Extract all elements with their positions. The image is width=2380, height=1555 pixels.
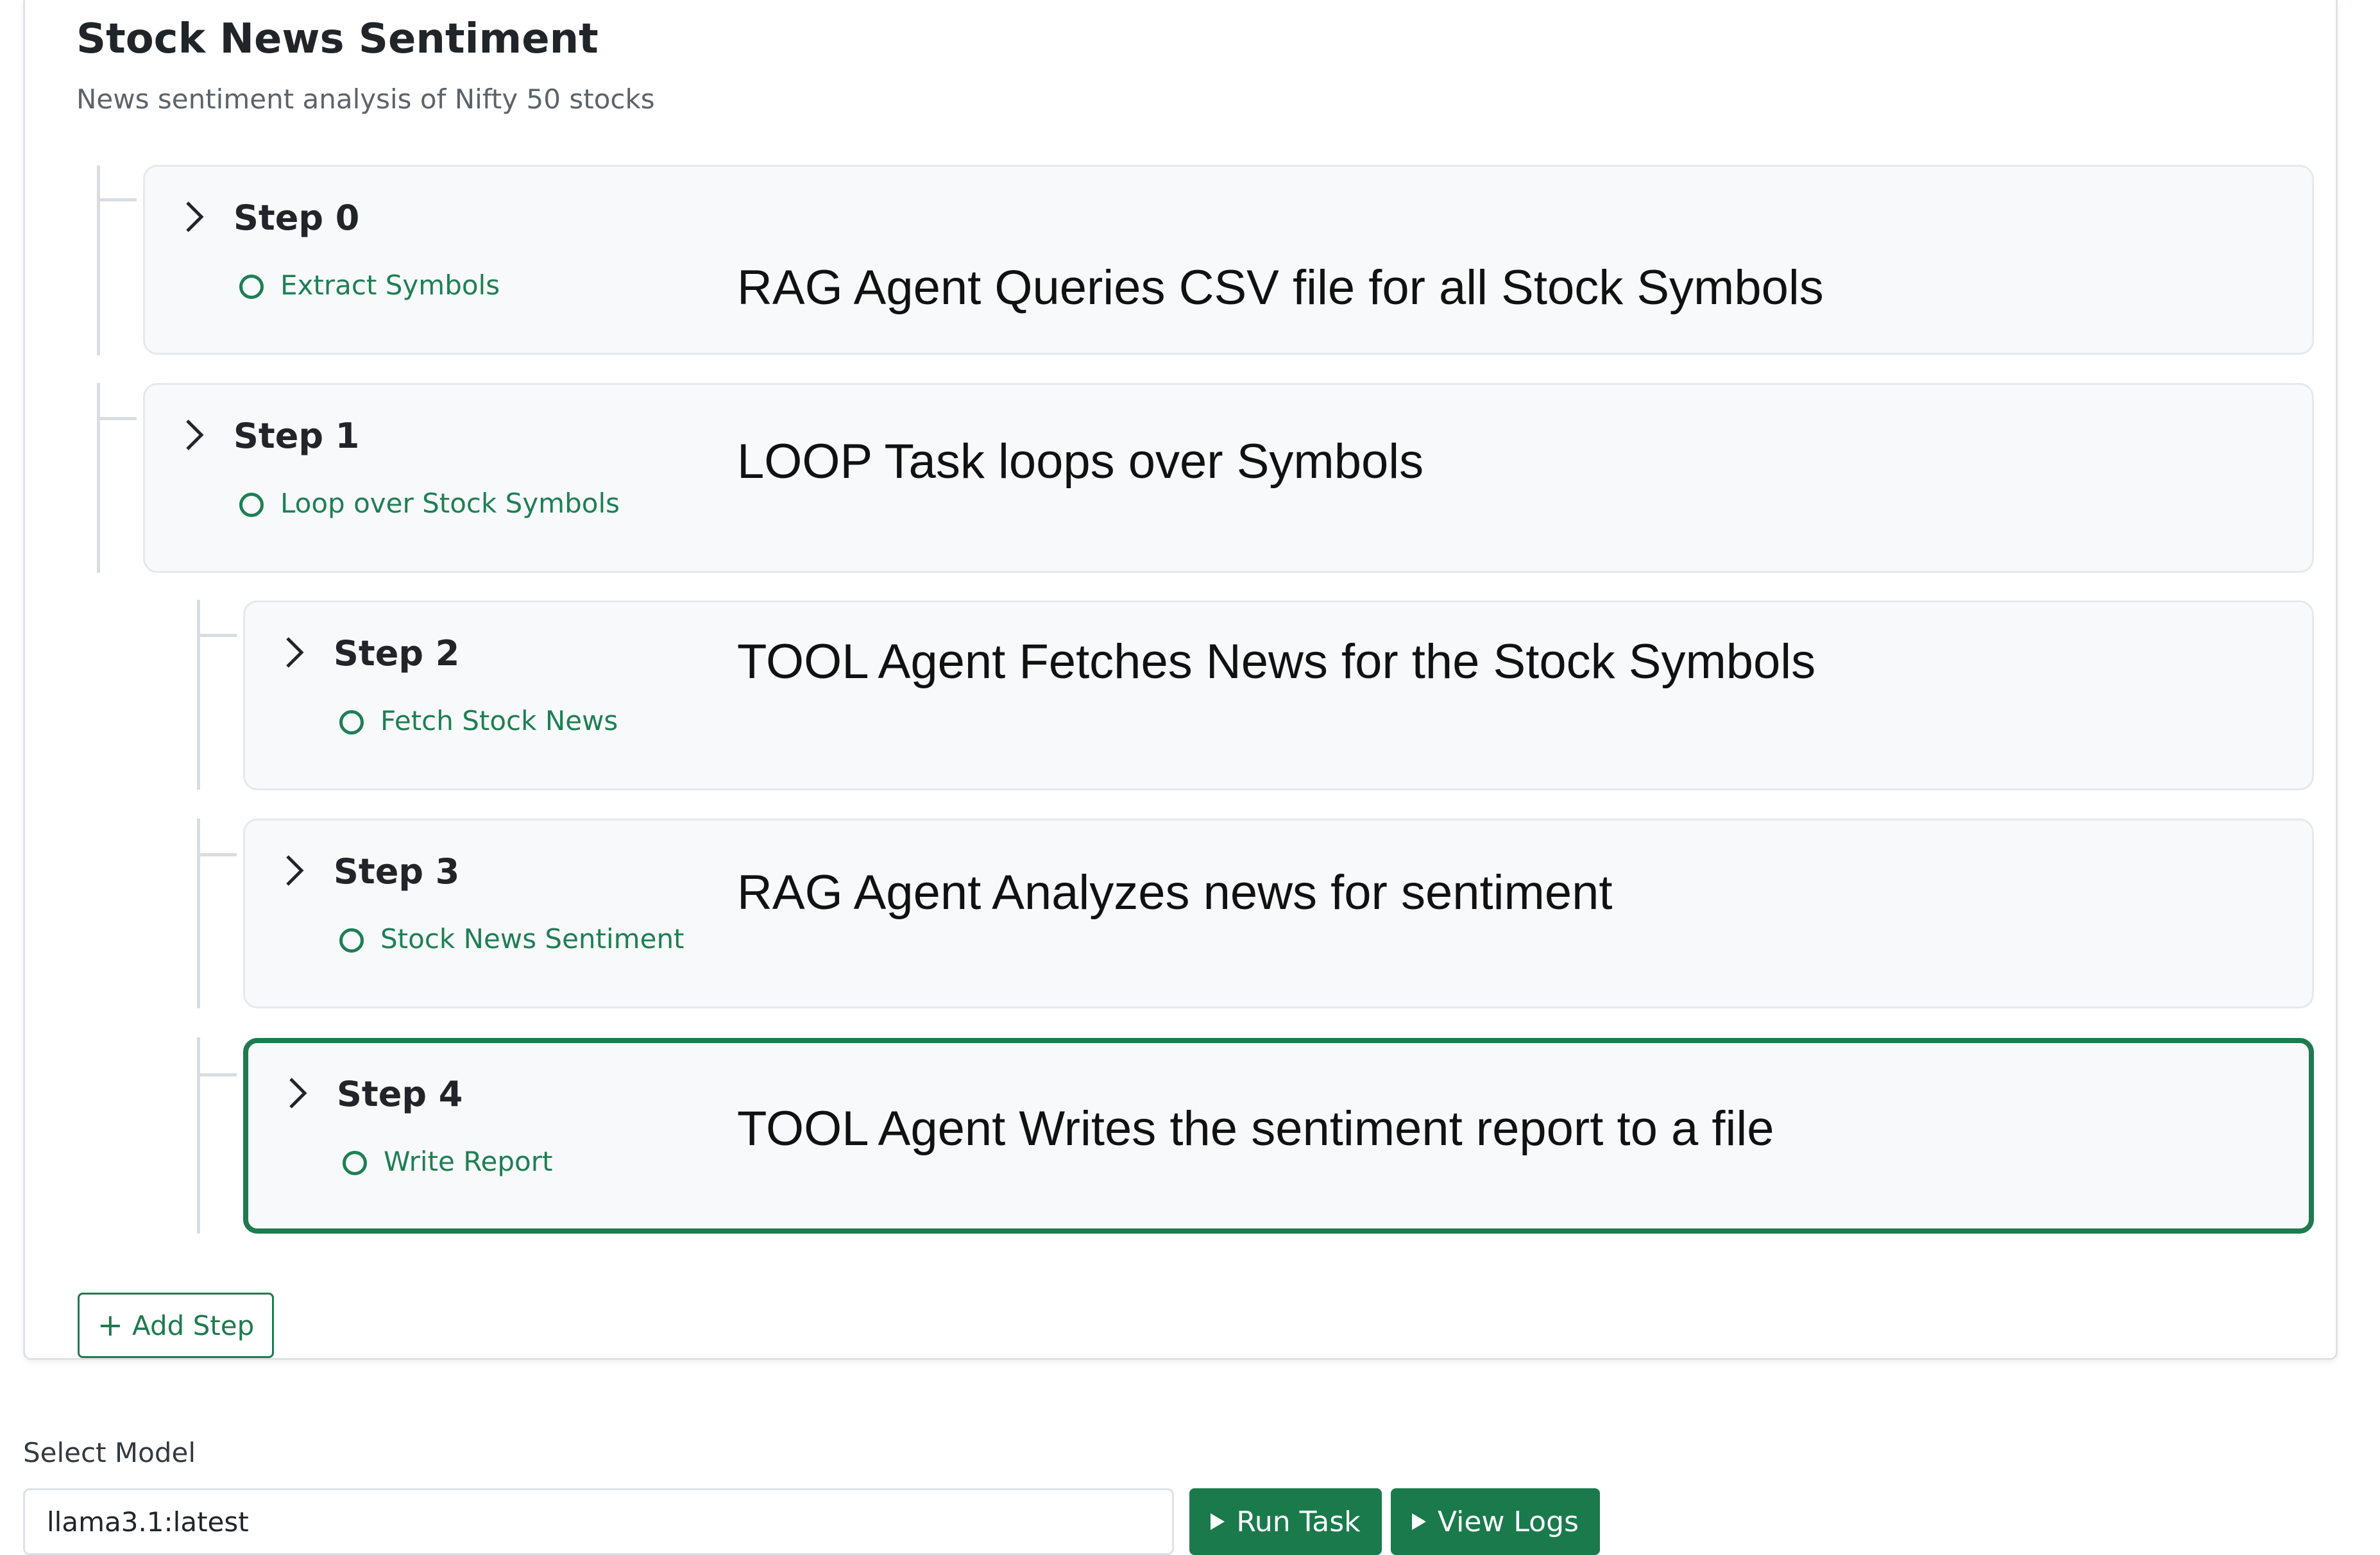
play-icon	[1412, 1513, 1427, 1530]
add-step-label: Add Step	[132, 1309, 255, 1341]
tree-branch	[97, 198, 137, 201]
step-annotation: RAG Agent Queries CSV file for all Stock…	[737, 260, 1824, 315]
status-circle-icon	[343, 1151, 367, 1175]
view-logs-button[interactable]: View Logs	[1391, 1488, 1600, 1555]
step-label: Step 2	[334, 633, 460, 674]
step-label: Step 0	[234, 198, 360, 238]
tree-line	[197, 1037, 200, 1234]
tree-branch	[97, 417, 137, 420]
tree-line	[197, 600, 200, 790]
step-task-name[interactable]: Stock News Sentiment	[380, 923, 684, 955]
step-task-name[interactable]: Extract Symbols	[280, 269, 500, 301]
step-task-name[interactable]: Fetch Stock News	[380, 705, 618, 736]
step-label: Step 3	[334, 851, 460, 892]
tree-branch	[197, 1073, 237, 1076]
tree-line	[197, 819, 200, 1008]
model-select-value: llama3.1:latest	[47, 1506, 249, 1538]
step-annotation: TOOL Agent Fetches News for the Stock Sy…	[737, 634, 1816, 689]
step-label: Step 1	[234, 416, 360, 456]
tree-branch	[197, 853, 237, 856]
step-annotation: RAG Agent Analyzes news for sentiment	[737, 865, 1613, 920]
step-task-name[interactable]: Loop over Stock Symbols	[280, 488, 620, 519]
tree-line	[97, 166, 100, 355]
chevron-right-icon[interactable]	[281, 634, 307, 670]
status-circle-icon	[339, 928, 364, 953]
plus-icon: +	[97, 1307, 123, 1343]
workflow-card: Stock News Sentiment News sentiment anal…	[23, 0, 2338, 1360]
step-task-name[interactable]: Write Report	[384, 1146, 552, 1177]
workflow-description: News sentiment analysis of Nifty 50 stoc…	[76, 83, 655, 115]
step-label: Step 4	[337, 1074, 463, 1114]
status-circle-icon	[339, 710, 364, 735]
tree-line	[97, 383, 100, 573]
add-step-button[interactable]: + Add Step	[78, 1293, 274, 1358]
chevron-right-icon[interactable]	[281, 853, 307, 888]
play-icon	[1211, 1513, 1225, 1530]
workflow-title: Stock News Sentiment	[76, 15, 599, 63]
select-model-label: Select Model	[23, 1437, 196, 1468]
tree-branch	[197, 634, 237, 637]
chevron-right-icon[interactable]	[284, 1075, 310, 1111]
view-logs-label: View Logs	[1438, 1505, 1579, 1538]
step-annotation: TOOL Agent Writes the sentiment report t…	[737, 1101, 1774, 1156]
step-card-2[interactable]: Step 2 Fetch Stock News	[243, 600, 2314, 790]
run-task-button[interactable]: Run Task	[1189, 1488, 1382, 1555]
status-circle-icon	[239, 275, 264, 299]
run-task-label: Run Task	[1236, 1505, 1361, 1538]
status-circle-icon	[239, 493, 264, 517]
chevron-right-icon[interactable]	[181, 199, 207, 235]
chevron-right-icon[interactable]	[181, 417, 207, 453]
model-select[interactable]: llama3.1:latest	[23, 1488, 1174, 1555]
step-annotation: LOOP Task loops over Symbols	[737, 434, 1424, 489]
